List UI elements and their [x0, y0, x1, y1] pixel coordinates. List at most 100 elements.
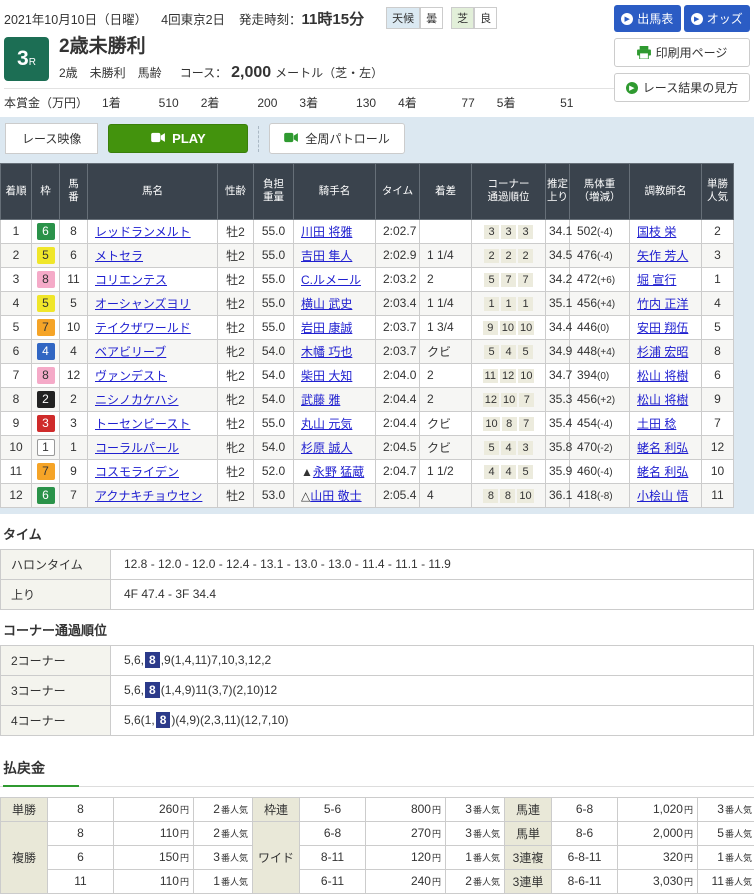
corner-pos-2: 4 — [501, 345, 516, 359]
horse-name-link[interactable]: オーシャンズヨリ — [95, 297, 191, 311]
trainer-link[interactable]: 蛯名 利弘 — [637, 465, 688, 479]
entries-button-label: 出馬表 — [637, 10, 673, 27]
body-weight-cell: 502(-4) — [570, 219, 630, 243]
result-row: 8 2 2 ニシノカケハシ 牝2 54.0 武藤 雅 2:04.4 2 1210… — [1, 387, 734, 411]
jockey-link[interactable]: 丸山 元気 — [301, 417, 352, 431]
trainer-link[interactable]: 松山 将樹 — [637, 393, 688, 407]
horse-name-link[interactable]: テイクザワールド — [95, 321, 191, 335]
race-meeting: 4回東京2日 — [161, 9, 225, 28]
horse-name-link[interactable]: トーセンビースト — [95, 417, 190, 431]
jockey-link[interactable]: 川田 将雅 — [301, 225, 352, 239]
trainer-link[interactable]: 竹内 正洋 — [637, 297, 688, 311]
jockey-link[interactable]: 山田 敬士 — [310, 489, 361, 503]
trainer-link[interactable]: 杉浦 宏昭 — [637, 345, 688, 359]
fukusho-amount-1: 110円 — [114, 821, 194, 845]
play-button[interactable]: PLAY — [108, 124, 248, 153]
trainer-link[interactable]: 堀 宣行 — [637, 273, 676, 287]
popularity-value: 2 — [213, 802, 220, 816]
jockey-link[interactable]: 木幡 巧也 — [301, 345, 352, 359]
col-body-weight: 馬体重 （増減） — [570, 163, 630, 219]
corner-order-prefix: 5,6(1, — [124, 713, 155, 727]
frame-cell: 6 — [32, 219, 60, 243]
jockey-link[interactable]: 柴田 大知 — [301, 369, 352, 383]
col-last-3f: 推定上り — [546, 163, 570, 219]
trainer-cell: 竹内 正洋 — [630, 291, 702, 315]
frame-cell: 8 — [32, 363, 60, 387]
odds-button[interactable]: ▶オッズ — [684, 5, 751, 32]
amount-value: 110 — [160, 826, 179, 840]
trainer-link[interactable]: 土田 稔 — [637, 417, 676, 431]
col-carried-weight: 負担 重量 — [254, 163, 294, 219]
jockey-link[interactable]: C.ルメール — [301, 273, 361, 287]
jockey-link[interactable]: 岩田 康誠 — [301, 321, 352, 335]
horse-name-link[interactable]: コスモライデン — [95, 465, 179, 479]
entries-button[interactable]: ▶出馬表 — [614, 5, 681, 32]
win-popularity: 9 — [702, 387, 734, 411]
sanrenpuku-label: 3連複 — [505, 845, 552, 869]
body-weight-diff: (-4) — [597, 251, 613, 262]
win-popularity: 6 — [702, 363, 734, 387]
patrol-video-button[interactable]: 全周パトロール — [269, 123, 404, 154]
trainer-link[interactable]: 松山 将樹 — [637, 369, 688, 383]
jockey-link[interactable]: 永野 猛蔵 — [313, 465, 364, 479]
corner-pos-3: 7 — [518, 273, 533, 287]
horse-name-link[interactable]: ヴァンデスト — [95, 369, 167, 383]
horse-name-link[interactable]: レッドランメルト — [95, 225, 191, 239]
horse-name-cell: ヴァンデスト — [88, 363, 218, 387]
race-meta: 2歳 未勝利 馬齢 コース：2,000メートル（芝・左） — [59, 64, 383, 82]
popularity-value: 2 — [465, 874, 472, 888]
frame-cell: 4 — [32, 339, 60, 363]
results-guide-button[interactable]: ▶レース結果の見方 — [614, 73, 750, 102]
body-weight: 460 — [577, 464, 597, 478]
finish-time: 2:03.7 — [376, 315, 420, 339]
margin: クビ — [420, 435, 472, 459]
finish-time: 2:04.0 — [376, 363, 420, 387]
trainer-link[interactable]: 蛯名 利弘 — [637, 441, 688, 455]
horse-number: 7 — [60, 483, 88, 507]
trainer-link[interactable]: 小桧山 悟 — [637, 489, 688, 503]
fukusho-popularity-1: 2番人気 — [194, 821, 253, 845]
jockey-link[interactable]: 武藤 雅 — [301, 393, 340, 407]
last-3f: 35.3 — [546, 387, 570, 411]
fukusho-combo-3: 11 — [48, 869, 114, 893]
trainer-link[interactable]: 国枝 栄 — [637, 225, 676, 239]
prize-items: 1着5102着2003着1304着775着51 — [102, 94, 595, 111]
horse-name-link[interactable]: ベアビリーブ — [95, 345, 166, 359]
horse-name-link[interactable]: メトセラ — [95, 249, 143, 263]
body-weight-cell: 476(-4) — [570, 243, 630, 267]
sex-age: 牡2 — [218, 291, 254, 315]
race-date: 2021年10月10日（日曜） — [4, 9, 147, 28]
trainer-link[interactable]: 安田 翔伍 — [637, 321, 688, 335]
payout-group-1: 単勝 8 260円 2番人気 複勝 8 110円 2番人気 6 150円 3番人… — [0, 797, 253, 894]
margin: 1 1/4 — [420, 243, 472, 267]
body-weight-cell: 470(-2) — [570, 435, 630, 459]
result-row: 6 4 4 ベアビリーブ 牝2 54.0 木幡 巧也 2:03.7 クビ 545… — [1, 339, 734, 363]
jockey-link[interactable]: 杉原 誠人 — [301, 441, 352, 455]
print-page-button[interactable]: 印刷用ページ — [614, 38, 750, 67]
time-row: ハロンタイム 12.8 - 12.0 - 12.0 - 12.4 - 13.1 … — [1, 549, 754, 579]
body-weight-cell: 454(-4) — [570, 411, 630, 435]
jockey-cell: 武藤 雅 — [294, 387, 376, 411]
win-popularity: 5 — [702, 315, 734, 339]
body-weight-diff: (+4) — [597, 299, 615, 310]
play-button-label: PLAY — [172, 131, 205, 146]
horse-name-link[interactable]: アクナキチョウセン — [95, 489, 202, 503]
body-weight-diff: (+4) — [597, 347, 615, 358]
corner-pos-1: 3 — [484, 225, 499, 239]
body-weight-diff: (-2) — [597, 443, 613, 454]
result-row: 11 7 9 コスモライデン 牡2 52.0 ▲永野 猛蔵 2:04.7 1 1… — [1, 459, 734, 483]
prize-item: 3着130 — [299, 94, 398, 111]
jockey-link[interactable]: 横山 武史 — [301, 297, 352, 311]
horse-number: 12 — [60, 363, 88, 387]
prize-amount: 510 — [127, 96, 179, 110]
frame-number: 3 — [37, 415, 55, 432]
course-distance: 2,000 — [231, 64, 271, 82]
popularity-value: 3 — [465, 802, 472, 816]
jockey-cell: 丸山 元気 — [294, 411, 376, 435]
jockey-link[interactable]: 吉田 隼人 — [301, 249, 352, 263]
trainer-link[interactable]: 矢作 芳人 — [637, 249, 688, 263]
horse-name-link[interactable]: コーラルパール — [95, 441, 179, 455]
popularity-value: 1 — [213, 874, 220, 888]
horse-name-link[interactable]: コリエンテス — [95, 273, 167, 287]
horse-name-link[interactable]: ニシノカケハシ — [95, 393, 179, 407]
